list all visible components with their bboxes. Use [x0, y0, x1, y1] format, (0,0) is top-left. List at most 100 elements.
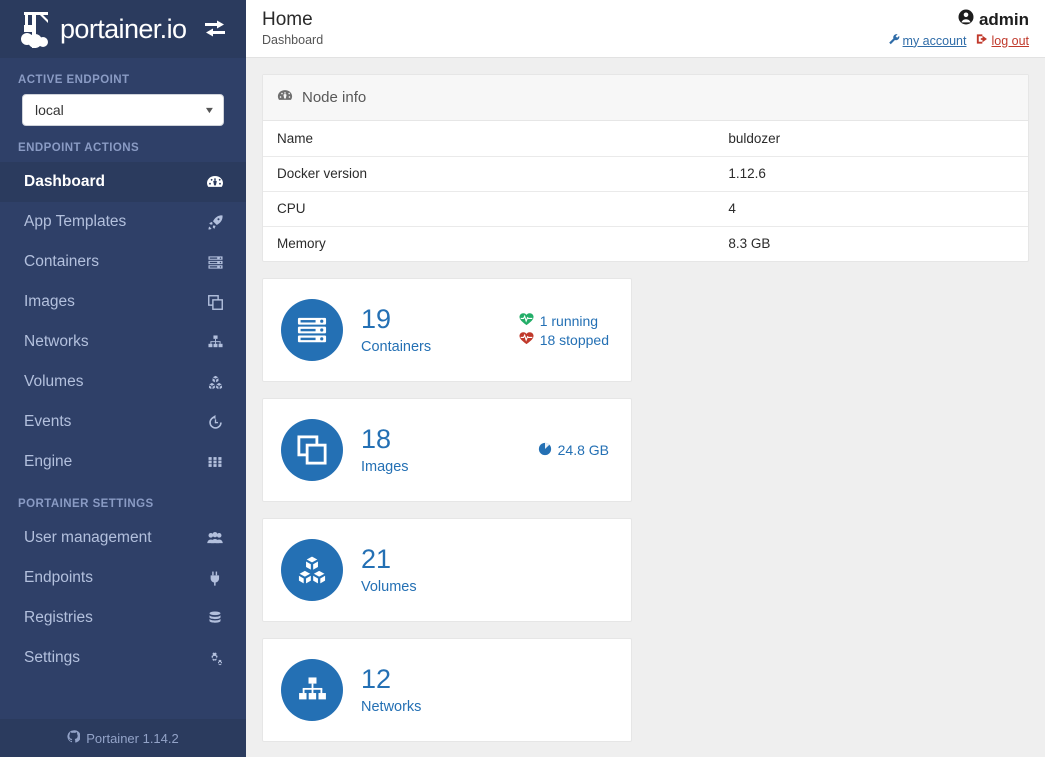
sitemap-icon: [281, 659, 343, 721]
th-grid-icon: [204, 455, 226, 469]
node-info-title: Node info: [302, 89, 367, 106]
main-area: Home Dashboard admin my account log out …: [246, 0, 1045, 757]
sidebar-item-events[interactable]: Events: [0, 402, 246, 442]
cogs-icon: [204, 651, 226, 666]
sidebar-section-endpoint-actions: ENDPOINT ACTIONS: [18, 142, 140, 154]
topbar-right: admin my account log out: [888, 9, 1029, 48]
sidebar-footer: Portainer 1.14.2: [0, 719, 246, 757]
card-extra: 1 running 18 stopped: [519, 312, 615, 348]
sidebar-item-engine[interactable]: Engine: [0, 442, 246, 482]
containers-stopped: 18 stopped: [519, 331, 609, 348]
heartbeat-icon: [519, 312, 534, 329]
plug-icon: [204, 571, 226, 586]
exchange-arrows-icon[interactable]: [200, 16, 230, 42]
containers-running-label: 1 running: [539, 312, 599, 329]
rocket-icon: [204, 214, 226, 230]
sidebar-item-app-templates[interactable]: App Templates: [0, 202, 246, 242]
sidebar-item-label: App Templates: [24, 213, 127, 230]
table-row: Name buldozer: [263, 121, 1028, 157]
node-info-header: Node info: [263, 75, 1028, 121]
card-label: Images: [361, 459, 409, 476]
wrench-icon: [888, 33, 900, 48]
sidebar-section-active-endpoint: ACTIVE ENDPOINT: [18, 74, 130, 86]
page-heading: Home Dashboard: [262, 8, 324, 48]
table-row: Docker version 1.12.6: [263, 156, 1028, 192]
sidebar: portainer.io ACTIVE ENDPOINT local ▼ END…: [0, 0, 246, 757]
user-info: admin: [958, 9, 1029, 30]
stat-card-images[interactable]: 18 Images 24.8 GB: [262, 398, 632, 502]
topbar-links: my account log out: [888, 33, 1029, 48]
sidebar-item-registries[interactable]: Registries: [0, 598, 246, 638]
card-main: 19 Containers: [361, 304, 432, 356]
clone-icon: [204, 294, 226, 310]
row-key: Docker version: [263, 156, 715, 192]
endpoint-select[interactable]: local ▼: [22, 94, 224, 126]
sitemap-icon: [204, 334, 226, 350]
sidebar-item-networks[interactable]: Networks: [0, 322, 246, 362]
endpoint-select-value: local: [35, 102, 64, 118]
stat-card-containers[interactable]: 19 Containers 1 running 18 stopped: [262, 278, 632, 382]
row-key: Name: [263, 121, 715, 157]
stat-card-networks[interactable]: 12 Networks: [262, 638, 632, 742]
my-account-label: my account: [902, 33, 967, 48]
app-root: portainer.io ACTIVE ENDPOINT local ▼ END…: [0, 0, 1045, 757]
endpoint-actions-nav: Dashboard App Templates Containers Image…: [0, 162, 246, 482]
sidebar-item-label: Containers: [24, 253, 99, 270]
chevron-down-icon: ▼: [203, 105, 216, 115]
sidebar-item-label: Settings: [24, 649, 81, 666]
users-icon: [204, 531, 226, 545]
card-label: Volumes: [361, 579, 417, 596]
row-key: CPU: [263, 191, 715, 227]
portainer-version: Portainer 1.14.2: [86, 730, 179, 746]
breadcrumb: Dashboard: [262, 33, 324, 48]
node-info-panel: Node info Name buldozer Docker version 1…: [262, 74, 1029, 262]
sidebar-item-label: Networks: [24, 333, 89, 350]
my-account-link[interactable]: my account: [888, 33, 967, 48]
brand-logo[interactable]: portainer.io: [18, 8, 187, 50]
brand-header: portainer.io: [0, 0, 246, 58]
sidebar-item-user-management[interactable]: User management: [0, 518, 246, 558]
sidebar-item-label: Volumes: [24, 373, 84, 390]
node-info-table: Name buldozer Docker version 1.12.6 CPU …: [263, 121, 1028, 261]
row-value: 4: [714, 191, 1028, 227]
row-key: Memory: [277, 236, 326, 252]
card-label: Containers: [361, 339, 432, 356]
card-value: 21: [361, 543, 392, 574]
containers-running: 1 running: [519, 312, 609, 329]
cubes-icon: [281, 539, 343, 601]
table-row: Memory 8.3 GB: [263, 226, 1028, 261]
sidebar-item-label: User management: [24, 529, 152, 546]
dashboard-content: Node info Name buldozer Docker version 1…: [246, 58, 1045, 742]
row-value: 1.12.6: [714, 156, 1028, 192]
card-extra: 24.8 GB: [538, 442, 615, 459]
page-title: Home: [262, 8, 313, 30]
stat-card-volumes[interactable]: 21 Volumes: [262, 518, 632, 622]
username: admin: [978, 9, 1029, 29]
sidebar-section-portainer-settings: PORTAINER SETTINGS: [18, 498, 154, 510]
images-size-label: 24.8 GB: [557, 442, 609, 458]
sidebar-item-label: Events: [24, 413, 72, 430]
sidebar-item-label: Endpoints: [24, 569, 93, 586]
tachometer-icon: [204, 175, 226, 189]
history-icon: [204, 414, 226, 430]
sidebar-item-settings[interactable]: Settings: [0, 638, 246, 678]
sidebar-item-containers[interactable]: Containers: [0, 242, 246, 282]
card-main: 21 Volumes: [361, 543, 417, 596]
clone-icon: [281, 419, 343, 481]
sidebar-item-volumes[interactable]: Volumes: [0, 362, 246, 402]
card-value: 18: [361, 423, 392, 454]
portainer-crane-logo-icon: [18, 8, 58, 50]
sidebar-item-dashboard[interactable]: Dashboard: [0, 162, 246, 202]
card-label: Networks: [361, 699, 422, 716]
card-value: 12: [361, 663, 392, 694]
server-icon: [281, 299, 343, 361]
row-value: 8.3 GB: [728, 236, 771, 252]
sidebar-item-endpoints[interactable]: Endpoints: [0, 558, 246, 598]
topbar: Home Dashboard admin my account log out: [246, 0, 1045, 58]
sidebar-item-label: Engine: [24, 453, 73, 470]
log-out-link[interactable]: log out: [976, 33, 1029, 48]
user-circle-icon: [958, 9, 974, 30]
images-size: 24.8 GB: [538, 442, 609, 459]
sidebar-item-images[interactable]: Images: [0, 282, 246, 322]
github-icon: [67, 730, 81, 746]
